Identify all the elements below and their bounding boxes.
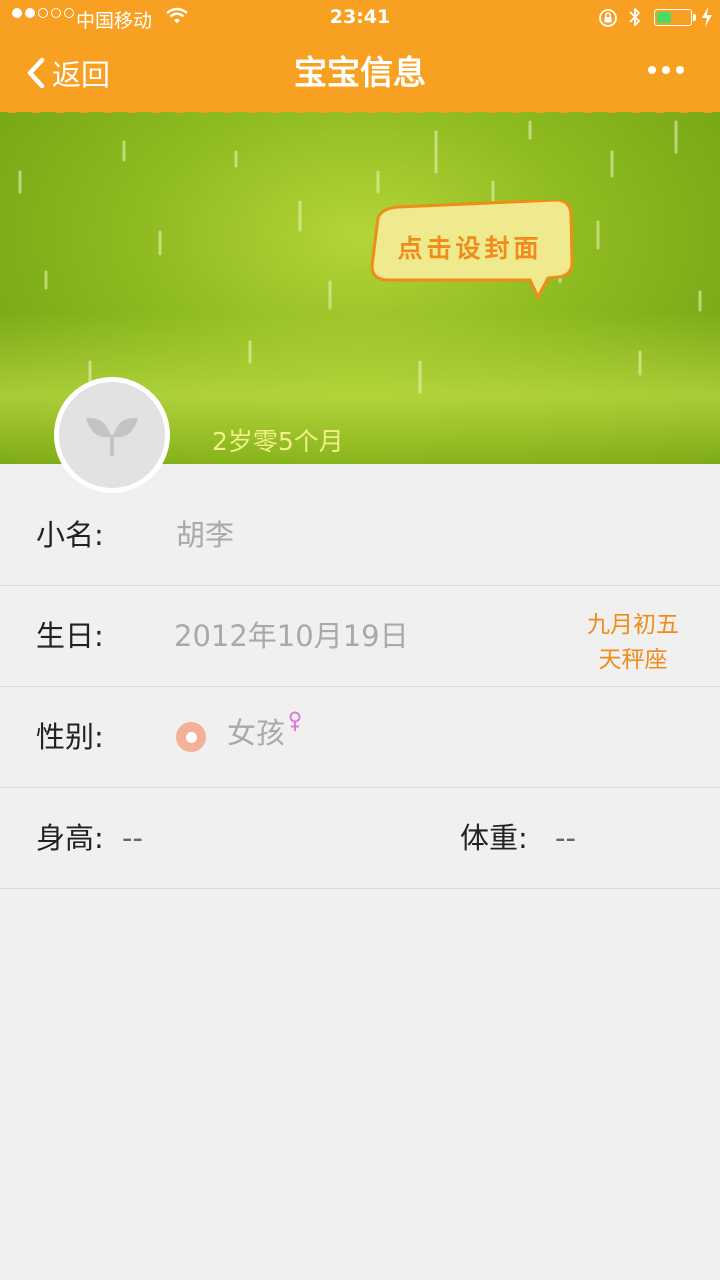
bluetooth-icon <box>629 8 640 26</box>
weight-value: -- <box>555 821 576 855</box>
height-value: -- <box>122 821 143 855</box>
nickname-row[interactable]: 小名: 胡李 <box>0 485 720 586</box>
battery-level <box>657 12 671 23</box>
lunar-info: 九月初五 天秤座 <box>560 608 706 678</box>
orientation-lock-icon <box>599 9 617 27</box>
height-label: 身高: <box>36 821 104 855</box>
birthday-value: 2012年10月19日 <box>174 619 409 653</box>
lunar-date: 九月初五 <box>587 612 679 638</box>
nickname-label: 小名: <box>36 518 104 552</box>
birthday-label: 生日: <box>36 619 104 653</box>
gender-value: 女孩 <box>227 716 286 750</box>
baby-age: 2岁零5个月 <box>212 427 344 456</box>
charging-bolt-icon <box>702 7 712 27</box>
battery-cap <box>693 14 696 21</box>
set-cover-bubble[interactable]: 点击设封面 <box>368 200 578 310</box>
height-weight-row[interactable]: 身高: -- 体重: -- <box>0 788 720 889</box>
birthday-row[interactable]: 生日: 2012年10月19日 九月初五 天秤座 <box>0 586 720 687</box>
app-header: 中国移动 23:41 返回 宝宝信息 <box>0 0 720 112</box>
gender-label: 性别: <box>36 720 104 754</box>
gender-row: 性别: 女孩 <box>0 687 720 788</box>
page-title: 宝宝信息 <box>294 53 426 92</box>
more-icon[interactable] <box>648 66 684 74</box>
battery-icon <box>654 9 692 26</box>
sprout-icon <box>86 417 138 456</box>
header-scallop-edge <box>0 104 720 113</box>
baby-avatar[interactable] <box>54 377 170 493</box>
weight-label: 体重: <box>460 821 528 855</box>
female-icon <box>289 711 301 731</box>
set-cover-label: 点击设封面 <box>397 234 543 263</box>
gender-radio-female[interactable] <box>176 722 206 752</box>
status-bar: 中国移动 23:41 <box>0 0 720 36</box>
zodiac-sign: 天秤座 <box>598 647 668 673</box>
nickname-value: 胡李 <box>176 518 235 552</box>
